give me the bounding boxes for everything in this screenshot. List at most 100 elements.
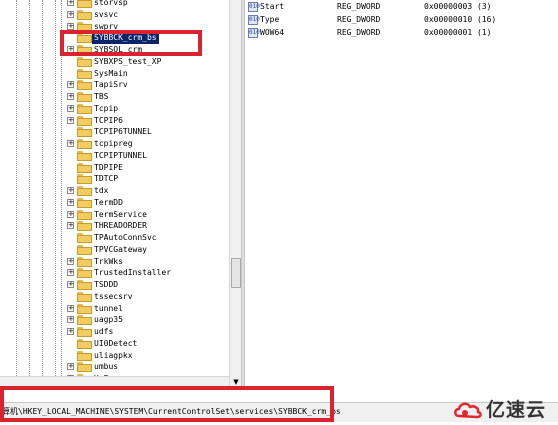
expand-toggle-icon[interactable]: + (67, 328, 74, 335)
tree-item[interactable]: + tdx (0, 185, 229, 197)
expand-toggle-icon[interactable]: + (67, 104, 74, 112)
folder-icon (77, 9, 92, 20)
folder-icon (77, 56, 92, 67)
tree-item[interactable]: uliagpkx (0, 350, 229, 362)
expand-toggle-icon[interactable]: + (67, 269, 74, 277)
tree-item[interactable]: + tunnel (0, 303, 229, 315)
tree-item-label: tcpipreg (94, 139, 133, 148)
folder-icon (77, 209, 92, 220)
folder-icon (77, 127, 92, 138)
tree-item[interactable]: + TermDD (0, 197, 229, 209)
tree-item[interactable]: + TCPIP6 (0, 115, 229, 127)
value-name: Type (260, 15, 280, 24)
expand-toggle-icon[interactable]: + (67, 363, 74, 371)
expand-toggle-icon[interactable]: + (67, 93, 74, 100)
tree-item-label: TPAutoConnSvc (94, 233, 157, 242)
folder-icon (77, 186, 92, 196)
folder-icon (77, 350, 92, 361)
tree-item-label: TPVCGateway (94, 244, 147, 254)
tree-item[interactable]: + udfs (0, 326, 229, 338)
expand-toggle-icon[interactable]: + (67, 187, 74, 194)
tree-item[interactable]: + TrustedInstaller (0, 267, 229, 279)
expand-toggle-icon[interactable]: + (67, 304, 74, 312)
folder-icon (77, 150, 92, 161)
expand-toggle-icon[interactable]: + (67, 81, 74, 89)
expand-toggle-icon[interactable]: + (67, 316, 74, 324)
folder-icon (77, 268, 92, 279)
tree-item-label: SysMain (94, 68, 128, 78)
tree-item[interactable]: TDPIPE (0, 162, 229, 174)
tree-item[interactable]: + TermService (0, 209, 229, 221)
folder-icon (77, 233, 92, 243)
tree-item[interactable]: TCPIPTUNNEL (0, 150, 229, 162)
value-type: REG_DWORD (337, 15, 381, 24)
expand-toggle-icon[interactable]: + (67, 22, 74, 30)
tree-item[interactable]: SysMain (0, 68, 229, 80)
tree-item-label: TCPIPTUNNEL (94, 150, 147, 160)
expand-toggle-icon[interactable]: + (67, 140, 74, 147)
value-type: REG_DWORD (337, 28, 381, 37)
tree-item-label: UI0Detect (94, 338, 138, 348)
status-path-highlight-box (0, 386, 334, 422)
tree-item[interactable]: + umbus (0, 361, 229, 373)
tree-item[interactable]: TCPIP6TUNNEL (0, 126, 229, 138)
cloud-logo-icon (454, 402, 482, 419)
folder-icon (77, 80, 92, 91)
tree-item[interactable]: + TSDDD (0, 279, 229, 291)
folder-icon (77, 92, 92, 102)
expand-toggle-icon[interactable]: + (67, 257, 74, 265)
tree-item[interactable]: + THREADORDER (0, 220, 229, 232)
tree-item[interactable]: UI0Detect (0, 338, 229, 350)
tree-item[interactable]: + tcpipreg (0, 138, 229, 150)
folder-icon (77, 221, 92, 232)
folder-icon (77, 0, 92, 8)
yisu-cloud-logo: 亿速云 (452, 398, 558, 422)
tree-item-label: tunnel (94, 303, 123, 313)
tree-item-label: uagp35 (94, 315, 123, 325)
tree-item[interactable]: + TapiSrv (0, 79, 229, 91)
expand-toggle-icon[interactable]: + (67, 198, 74, 206)
tree-item[interactable]: + TBS (0, 91, 229, 103)
tree-item[interactable]: + Tcpip (0, 103, 229, 115)
tree-item-label: svsvc (94, 9, 119, 19)
selected-key-highlight-box (60, 30, 202, 56)
tree-item-label: storvsp (94, 0, 128, 7)
tree-scrollbar-thumb[interactable] (231, 258, 241, 288)
tree-item[interactable]: + TrkWks (0, 256, 229, 268)
expand-toggle-icon[interactable]: + (67, 222, 74, 230)
tree-item[interactable]: + storvsp (0, 0, 229, 9)
value-data: 0x00000003 (3) (424, 2, 492, 11)
folder-icon (77, 338, 92, 349)
expand-toggle-icon[interactable]: + (67, 116, 74, 124)
tree-item-label: Tcpip (94, 103, 119, 113)
tree-item[interactable]: TPAutoConnSvc (0, 232, 229, 244)
tree-item[interactable]: TDTCP (0, 173, 229, 185)
dword-value-icon: 010 (248, 28, 260, 38)
folder-icon (77, 68, 92, 79)
tree-item[interactable]: TPVCGateway (0, 244, 229, 256)
tree-item-label: THREADORDER (94, 221, 147, 231)
tree-item[interactable]: tssecsrv (0, 291, 229, 303)
expand-toggle-icon[interactable]: + (67, 10, 74, 18)
folder-icon (77, 327, 92, 337)
tree-item-label: TCPIP6TUNNEL (94, 127, 152, 137)
registry-values-list[interactable]: 010 Start REG_DWORD 0x00000003 (3) 010 Type RE… (245, 0, 558, 388)
registry-value-row[interactable]: 010 Type REG_DWORD 0x00000010 (16) (245, 14, 558, 26)
expand-toggle-icon[interactable]: + (67, 210, 74, 218)
registry-key-tree[interactable]: + storvsp + svsvc + swprv SYBBCK_crm_bs + SYBSQL… (0, 0, 229, 388)
tree-item-label: TermService (94, 209, 147, 219)
expand-toggle-icon[interactable]: + (67, 0, 74, 6)
registry-value-row[interactable]: 010 Start REG_DWORD 0x00000003 (3) (245, 1, 558, 13)
tree-item[interactable]: + svsvc (0, 9, 229, 21)
expand-toggle-icon[interactable]: + (67, 281, 74, 288)
tree-item-label: SYBXPS_test_XP (94, 56, 162, 66)
dword-value-icon: 010 (248, 15, 260, 25)
tree-item[interactable]: SYBXPS_test_XP (0, 56, 229, 68)
tree-item[interactable]: + uagp35 (0, 314, 229, 326)
folder-icon (77, 162, 92, 173)
value-data: 0x00000001 (1) (424, 28, 492, 37)
tree-item-label: TSDDD (94, 280, 119, 289)
tree-item-label: tssecsrv (94, 291, 133, 301)
folder-icon (77, 362, 92, 373)
registry-value-row[interactable]: 010 WOW64 REG_DWORD 0x00000001 (1) (245, 27, 558, 39)
